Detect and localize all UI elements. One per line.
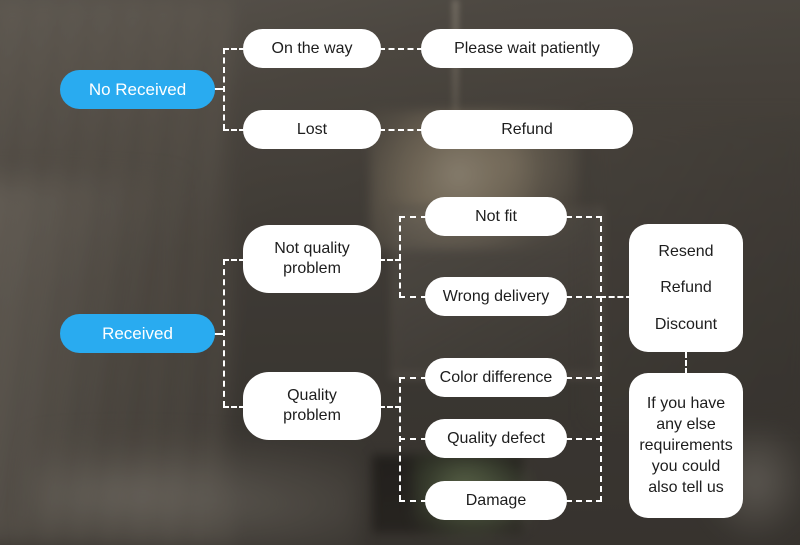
background-curtain-light [0, 180, 180, 545]
node-quality-problem-label-line2: problem [283, 407, 341, 424]
connector-outcomes-to-note [685, 352, 687, 374]
node-refund-lost-label: Refund [501, 120, 553, 138]
node-quality-problem-label-line1: Quality [287, 387, 337, 405]
node-not-quality-problem-label-line1: Not quality [274, 240, 350, 258]
connector-to-not-quality-problem [223, 259, 245, 261]
node-wrong-delivery[interactable]: Wrong delivery [425, 277, 567, 316]
connector-to-quality-defect [399, 438, 427, 440]
note-line-2: any else [656, 415, 716, 433]
connector-not-quality-trunk [399, 216, 401, 298]
node-not-quality-problem-label-line2: problem [283, 260, 341, 277]
node-outcome-options[interactable]: Resend Refund Discount [629, 224, 743, 352]
node-color-difference[interactable]: Color difference [425, 358, 567, 397]
node-quality-defect[interactable]: Quality defect [425, 419, 567, 458]
note-line-3: requirements [639, 436, 733, 454]
connector-damage-collect [566, 500, 602, 502]
connector-not-quality-out [379, 259, 401, 261]
node-please-wait-patiently-label: Please wait patiently [454, 39, 600, 57]
connector-on-the-way-to-wait [379, 48, 423, 50]
connector-to-not-fit [399, 216, 427, 218]
outcome-option-discount: Discount [654, 315, 718, 333]
connector-quality-out [379, 406, 401, 408]
connector-collector-to-outcomes [600, 296, 632, 298]
connector-quality-defect-collect [566, 438, 602, 440]
connector-quality-trunk [399, 377, 401, 501]
node-on-the-way-label: On the way [271, 39, 353, 57]
node-on-the-way[interactable]: On the way [243, 29, 381, 68]
connector-received-trunk [223, 259, 225, 407]
node-please-wait-patiently[interactable]: Please wait patiently [421, 29, 633, 68]
node-lost-label: Lost [296, 120, 328, 138]
node-lost[interactable]: Lost [243, 110, 381, 149]
connector-not-fit-collect [566, 216, 602, 218]
node-damage-label: Damage [465, 491, 527, 509]
connector-to-lost [223, 129, 245, 131]
node-quality-defect-label: Quality defect [447, 429, 545, 447]
node-color-difference-label: Color difference [439, 368, 553, 386]
node-quality-problem[interactable]: Quality problem [243, 372, 381, 440]
connector-wrong-delivery-collect [566, 296, 602, 298]
node-refund-lost[interactable]: Refund [421, 110, 633, 149]
connector-outcome-collector-trunk [600, 216, 602, 502]
connector-color-difference-collect [566, 377, 602, 379]
note-line-5: also tell us [648, 479, 724, 497]
outcome-option-resend: Resend [658, 242, 714, 260]
outcome-option-refund: Refund [660, 279, 712, 297]
node-not-quality-problem[interactable]: Not quality problem [243, 225, 381, 293]
note-line-1: If you have [646, 394, 726, 412]
badge-received[interactable]: Received [60, 314, 215, 353]
node-not-fit[interactable]: Not fit [425, 197, 567, 236]
node-damage[interactable]: Damage [425, 481, 567, 520]
badge-received-label: Received [102, 323, 173, 343]
node-extra-requirements-note[interactable]: If you have any else requirements you co… [629, 373, 743, 518]
flowchart-canvas: No Received Received On the way Lost Ple… [0, 0, 800, 545]
node-not-fit-label: Not fit [475, 207, 517, 225]
connector-to-quality-problem [223, 406, 245, 408]
badge-no-received-label: No Received [88, 79, 187, 99]
background-sofa [30, 430, 360, 545]
connector-to-wrong-delivery [399, 296, 427, 298]
connector-no-received-trunk [223, 48, 225, 130]
connector-lost-to-refund [379, 129, 423, 131]
connector-to-color-difference [399, 377, 427, 379]
connector-to-damage [399, 500, 427, 502]
badge-no-received[interactable]: No Received [60, 70, 215, 109]
note-line-4: you could [651, 458, 721, 476]
node-wrong-delivery-label: Wrong delivery [442, 287, 550, 305]
connector-to-on-the-way [223, 48, 245, 50]
